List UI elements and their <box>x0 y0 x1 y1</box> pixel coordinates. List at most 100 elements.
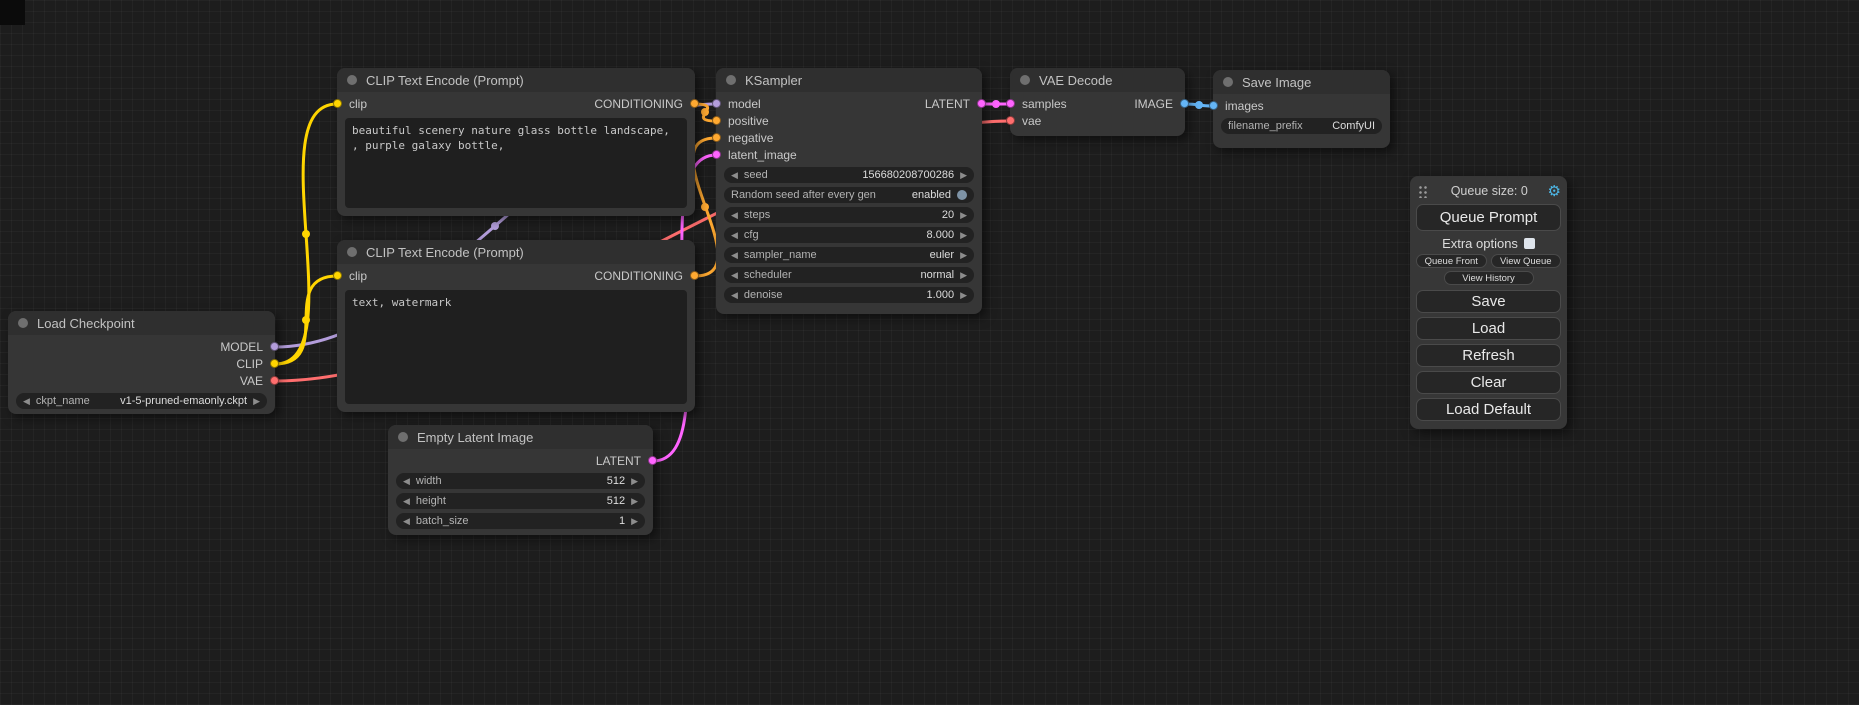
collapse-dot-icon[interactable] <box>1020 75 1030 85</box>
widget-value: normal <box>920 269 954 281</box>
collapse-dot-icon[interactable] <box>347 247 357 257</box>
view-queue-button[interactable]: View Queue <box>1491 254 1562 268</box>
save-button[interactable]: Save <box>1416 290 1561 313</box>
port-samples-input[interactable] <box>1006 99 1015 108</box>
increment-icon[interactable]: ▶ <box>631 477 638 486</box>
widget-batch-size[interactable]: ◀ batch_size 1 ▶ <box>396 513 645 529</box>
widget-name: seed <box>744 169 768 181</box>
port-clip-output[interactable] <box>270 359 279 368</box>
node-clip-text-encode-negative[interactable]: CLIP Text Encode (Prompt) clip CONDITION… <box>337 240 695 412</box>
port-vae-output[interactable] <box>270 376 279 385</box>
increment-icon[interactable]: ▶ <box>960 231 967 240</box>
output-label-latent: LATENT <box>596 454 641 468</box>
widget-sampler-name[interactable]: ◀ sampler_name euler ▶ <box>724 247 974 263</box>
decrement-icon[interactable]: ◀ <box>731 211 738 220</box>
prompt-text-input[interactable]: beautiful scenery nature glass bottle la… <box>345 118 687 208</box>
extra-options-checkbox[interactable] <box>1524 238 1535 249</box>
collapse-dot-icon[interactable] <box>18 318 28 328</box>
widget-value: 1.000 <box>927 289 955 301</box>
port-clip-input[interactable] <box>333 271 342 280</box>
port-vae-input[interactable] <box>1006 116 1015 125</box>
node-vae-decode[interactable]: VAE Decode samples IMAGE vae <box>1010 68 1185 136</box>
port-image-output[interactable] <box>1180 99 1189 108</box>
increment-icon[interactable]: ▶ <box>631 517 638 526</box>
load-button[interactable]: Load <box>1416 317 1561 340</box>
decrement-icon[interactable]: ◀ <box>731 291 738 300</box>
port-model-output[interactable] <box>270 342 279 351</box>
load-default-button[interactable]: Load Default <box>1416 398 1561 421</box>
widget-ckpt-name[interactable]: ◀ ckpt_name v1-5-pruned-emaonly.ckpt ▶ <box>16 393 267 409</box>
widget-cfg[interactable]: ◀ cfg 8.000 ▶ <box>724 227 974 243</box>
node-title-bar[interactable]: VAE Decode <box>1010 68 1185 92</box>
decrement-icon[interactable]: ◀ <box>403 517 410 526</box>
slot-row: MODEL <box>8 338 275 355</box>
increment-icon[interactable]: ▶ <box>960 171 967 180</box>
slot-row: CLIP <box>8 355 275 372</box>
node-clip-text-encode-positive[interactable]: CLIP Text Encode (Prompt) clip CONDITION… <box>337 68 695 216</box>
toggle-knob-icon[interactable] <box>957 190 967 200</box>
port-model-input[interactable] <box>712 99 721 108</box>
widget-filename-prefix[interactable]: filename_prefix ComfyUI <box>1221 118 1382 134</box>
prev-value-icon[interactable]: ◀ <box>23 397 30 406</box>
widget-width[interactable]: ◀ width 512 ▶ <box>396 473 645 489</box>
port-conditioning-output[interactable] <box>690 271 699 280</box>
node-title-bar[interactable]: KSampler <box>716 68 982 92</box>
collapse-dot-icon[interactable] <box>347 75 357 85</box>
port-latent-output[interactable] <box>977 99 986 108</box>
widget-value: 512 <box>607 475 625 487</box>
node-ksampler[interactable]: KSampler model LATENT positive negative … <box>716 68 982 314</box>
node-title-bar[interactable]: Save Image <box>1213 70 1390 94</box>
increment-icon[interactable]: ▶ <box>631 497 638 506</box>
refresh-button[interactable]: Refresh <box>1416 344 1561 367</box>
widget-scheduler[interactable]: ◀ scheduler normal ▶ <box>724 267 974 283</box>
port-clip-input[interactable] <box>333 99 342 108</box>
widget-random-seed-toggle[interactable]: Random seed after every gen enabled <box>724 187 974 203</box>
widget-height[interactable]: ◀ height 512 ▶ <box>396 493 645 509</box>
collapse-dot-icon[interactable] <box>726 75 736 85</box>
node-load-checkpoint[interactable]: Load Checkpoint MODEL CLIP VAE ◀ ckpt_na… <box>8 311 275 414</box>
node-title-bar[interactable]: Empty Latent Image <box>388 425 653 449</box>
input-label-images: images <box>1225 99 1264 113</box>
clear-button[interactable]: Clear <box>1416 371 1561 394</box>
increment-icon[interactable]: ▶ <box>960 291 967 300</box>
widget-name: cfg <box>744 229 759 241</box>
view-history-button[interactable]: View History <box>1444 271 1534 285</box>
decrement-icon[interactable]: ◀ <box>403 497 410 506</box>
widget-name: scheduler <box>744 269 792 281</box>
node-title: Load Checkpoint <box>37 316 135 331</box>
settings-gear-icon[interactable]: ⚙ <box>1548 184 1561 199</box>
port-positive-input[interactable] <box>712 116 721 125</box>
widget-value: ComfyUI <box>1332 120 1375 132</box>
node-save-image[interactable]: Save Image images filename_prefix ComfyU… <box>1213 70 1390 148</box>
port-conditioning-output[interactable] <box>690 99 699 108</box>
increment-icon[interactable]: ▶ <box>960 211 967 220</box>
decrement-icon[interactable]: ◀ <box>403 477 410 486</box>
queue-prompt-button[interactable]: Queue Prompt <box>1416 204 1561 231</box>
node-title-bar[interactable]: CLIP Text Encode (Prompt) <box>337 68 695 92</box>
node-title-bar[interactable]: CLIP Text Encode (Prompt) <box>337 240 695 264</box>
node-empty-latent-image[interactable]: Empty Latent Image LATENT ◀ width 512 ▶ … <box>388 425 653 535</box>
decrement-icon[interactable]: ◀ <box>731 231 738 240</box>
node-title-bar[interactable]: Load Checkpoint <box>8 311 275 335</box>
node-title: KSampler <box>745 73 802 88</box>
port-latent-output[interactable] <box>648 456 657 465</box>
drag-handle-icon[interactable] <box>1418 185 1429 198</box>
widget-denoise[interactable]: ◀ denoise 1.000 ▶ <box>724 287 974 303</box>
next-value-icon[interactable]: ▶ <box>960 251 967 260</box>
collapse-dot-icon[interactable] <box>1223 77 1233 87</box>
prev-value-icon[interactable]: ◀ <box>731 271 738 280</box>
widget-seed[interactable]: ◀ seed 156680208700286 ▶ <box>724 167 974 183</box>
prompt-text-input[interactable]: text, watermark <box>345 290 687 404</box>
queue-front-button[interactable]: Queue Front <box>1416 254 1487 268</box>
port-images-input[interactable] <box>1209 101 1218 110</box>
widget-steps[interactable]: ◀ steps 20 ▶ <box>724 207 974 223</box>
slot-row: negative <box>716 129 982 146</box>
next-value-icon[interactable]: ▶ <box>960 271 967 280</box>
decrement-icon[interactable]: ◀ <box>731 171 738 180</box>
port-latent-image-input[interactable] <box>712 150 721 159</box>
port-negative-input[interactable] <box>712 133 721 142</box>
input-label-clip: clip <box>349 269 367 283</box>
next-value-icon[interactable]: ▶ <box>253 397 260 406</box>
collapse-dot-icon[interactable] <box>398 432 408 442</box>
prev-value-icon[interactable]: ◀ <box>731 251 738 260</box>
